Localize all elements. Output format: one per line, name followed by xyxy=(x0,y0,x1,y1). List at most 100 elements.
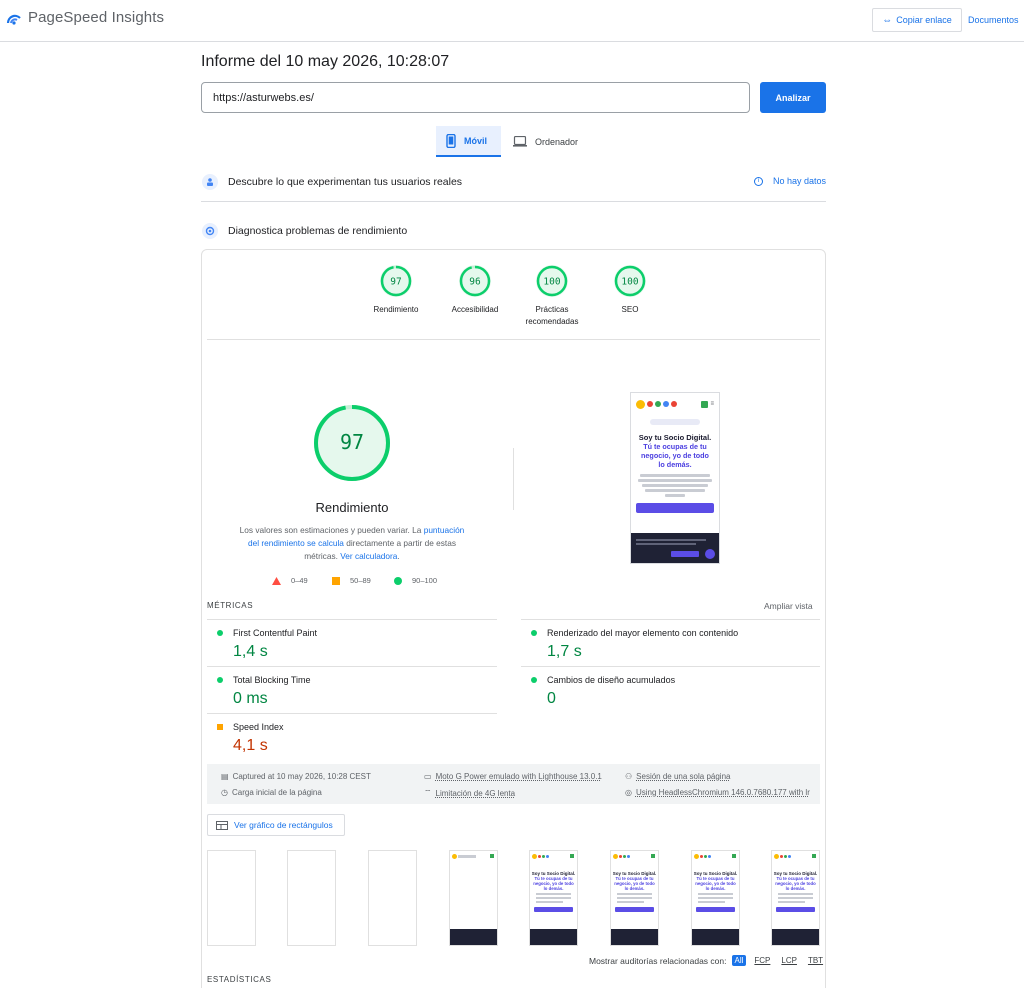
circle-icon xyxy=(394,576,402,585)
no-data-label: No hay datos xyxy=(772,176,826,186)
filmstrip-frame[interactable] xyxy=(368,850,417,946)
filmstrip-frame[interactable]: Soy tu Socio Digital. Tú te ocupas de tu n… xyxy=(691,850,740,946)
load-info: ◷ Carga inicial de la página xyxy=(221,788,322,797)
treemap-button[interactable]: Ver gráfico de rectángulos xyxy=(207,814,345,836)
vertical-divider xyxy=(513,448,514,510)
filmstrip-frame[interactable] xyxy=(287,850,336,946)
captured-info: ▤ Captured at 10 may 2026, 10:28 CEST xyxy=(221,772,371,781)
device-icon: ▭ xyxy=(424,772,432,781)
score-gauge[interactable]: 97 Rendimiento xyxy=(356,264,436,316)
logo-dot-icon xyxy=(647,401,653,407)
tab-desktop-label: Ordenador xyxy=(534,136,578,147)
diagnose-label: Diagnostica problemas de rendimiento xyxy=(228,225,408,237)
metric-lcp: Renderizado del mayor elemento con conte… xyxy=(521,619,820,666)
filter-fcp[interactable]: FCP xyxy=(751,955,773,966)
final-screenshot[interactable]: ≡ Soy tu Socio Digital. Tú te ocupas de … xyxy=(630,392,720,564)
load-text: Carga inicial de la página xyxy=(231,788,322,797)
users-icon xyxy=(202,174,218,190)
filmstrip-frame[interactable]: Soy tu Socio Digital. Tú te ocupas de tu n… xyxy=(529,850,578,946)
throttling-text[interactable]: Limitación de 4G lenta xyxy=(436,789,516,798)
score-gauge[interactable]: 96 Accesibilidad xyxy=(435,264,515,316)
performance-label: Rendimiento xyxy=(315,500,389,515)
logo-dot-icon xyxy=(663,401,669,407)
gauges-divider xyxy=(207,339,820,340)
metric-speed-index: Speed Index 4,1 s xyxy=(207,713,497,760)
performance-gauge: 97 xyxy=(314,405,390,481)
real-users-section: Descubre lo que experimentan tus usuario… xyxy=(201,169,826,195)
tab-mobile-label: Móvil xyxy=(464,135,488,146)
brand-logo[interactable]: PageSpeed Insights xyxy=(6,9,164,26)
metric-value: 4,1 s xyxy=(233,737,268,754)
screenshot-body xyxy=(631,474,719,497)
browser-text[interactable]: Using HeadlessChromium 146.0.7680.177 wi… xyxy=(636,788,810,797)
gauge-ring: 100 xyxy=(536,265,568,297)
no-data-link[interactable]: i No hay datos xyxy=(753,176,826,186)
legend-fail-label: 0–49 xyxy=(291,576,308,585)
filter-lcp[interactable]: LCP xyxy=(778,955,800,966)
info-icon: i xyxy=(753,176,763,186)
frame-subtitle: lo demás. xyxy=(543,886,564,891)
top-bar: PageSpeed Insights ⇔ Copiar enlace Docum… xyxy=(0,0,1024,42)
chrome-icon: ◎ xyxy=(625,788,632,797)
site-logo-icon xyxy=(636,399,645,409)
expand-view-toggle[interactable]: Ampliar vista xyxy=(764,601,813,611)
filter-label: Mostrar auditorías relacionadas con: xyxy=(589,955,727,966)
gauge-label-line: Prácticas xyxy=(535,305,569,314)
tab-mobile[interactable]: Móvil xyxy=(436,126,501,157)
wifi-icon: ⌔ xyxy=(424,788,432,797)
audit-filter: Mostrar auditorías relacionadas con: All… xyxy=(589,955,826,966)
gauge-score: 97 xyxy=(390,277,401,288)
metric-name: First Contentful Paint xyxy=(233,628,318,638)
captured-text: Captured at 10 may 2026, 10:28 CEST xyxy=(232,772,371,781)
copy-link-button[interactable]: ⇔ Copiar enlace xyxy=(872,8,962,32)
pass-icon xyxy=(217,630,223,636)
desktop-icon xyxy=(513,136,527,147)
treemap-icon xyxy=(216,820,228,830)
score-gauge[interactable]: 100 SEO xyxy=(590,264,670,316)
metric-value: 1,4 s xyxy=(233,643,268,660)
session-text[interactable]: Sesión de una sola página xyxy=(636,772,730,781)
pass-icon xyxy=(217,677,223,683)
calculator-link[interactable]: Ver calculadora xyxy=(340,551,397,561)
filter-tbt[interactable]: TBT xyxy=(805,955,826,966)
pass-icon xyxy=(531,630,537,636)
treemap-label: Ver gráfico de rectángulos xyxy=(234,820,333,830)
diagnose-icon xyxy=(202,223,218,239)
logo-dot-icon xyxy=(671,401,677,407)
filmstrip-frame[interactable] xyxy=(449,850,498,946)
filmstrip-frame[interactable]: Soy tu Socio Digital. Tú te ocupas de tu n… xyxy=(610,850,659,946)
copy-link-label: Copiar enlace xyxy=(896,15,952,25)
gauge-label: Rendimiento xyxy=(356,304,436,316)
performance-score: 97 xyxy=(340,430,364,454)
frame-subtitle: lo demás. xyxy=(785,886,806,891)
device-text[interactable]: Moto G Power emulado with Lighthouse 13.… xyxy=(436,772,602,781)
score-gauge[interactable]: 100 Prácticas recomendadas xyxy=(512,264,592,328)
gauge-label-line: SEO xyxy=(621,305,639,314)
screenshot-header: ≡ xyxy=(631,393,719,415)
metric-name: Total Blocking Time xyxy=(233,675,311,685)
link-icon: ⇔ xyxy=(882,14,893,26)
tab-desktop[interactable]: Ordenador xyxy=(503,126,588,157)
note-text: Los valores son estimaciones y pueden va… xyxy=(239,525,424,535)
filmstrip-frame[interactable] xyxy=(207,850,256,946)
screenshot-badge xyxy=(650,419,700,425)
legend-pass-label: 90–100 xyxy=(412,576,438,585)
filter-all[interactable]: All xyxy=(731,955,747,966)
section-divider xyxy=(201,201,826,202)
frame-subtitle: lo demás. xyxy=(624,886,645,891)
triangle-icon xyxy=(272,576,281,585)
analyze-button[interactable]: Analizar xyxy=(760,82,826,113)
filmstrip-frame[interactable]: Soy tu Socio Digital. Tú te ocupas de tu n… xyxy=(771,850,820,946)
frame-subtitle: lo demás. xyxy=(705,886,726,891)
metric-tbt: Total Blocking Time 0 ms xyxy=(207,666,497,713)
menu-icon: ≡ xyxy=(710,401,714,407)
url-input[interactable] xyxy=(201,82,750,113)
pass-icon xyxy=(531,677,537,683)
session-info: ⚇ Sesión de una sola página xyxy=(625,772,730,781)
diagnose-section: Diagnostica problemas de rendimiento xyxy=(201,218,826,244)
throttling-info: ⌔ Limitación de 4G lenta xyxy=(424,788,515,798)
report-title: Informe del 10 may 2026, 10:28:07 xyxy=(201,53,450,70)
screenshot-subtitle-1: Tú te ocupas de tu xyxy=(643,442,707,451)
docs-link[interactable]: Documentos xyxy=(968,15,1019,25)
metric-fcp: First Contentful Paint 1,4 s xyxy=(207,619,497,666)
